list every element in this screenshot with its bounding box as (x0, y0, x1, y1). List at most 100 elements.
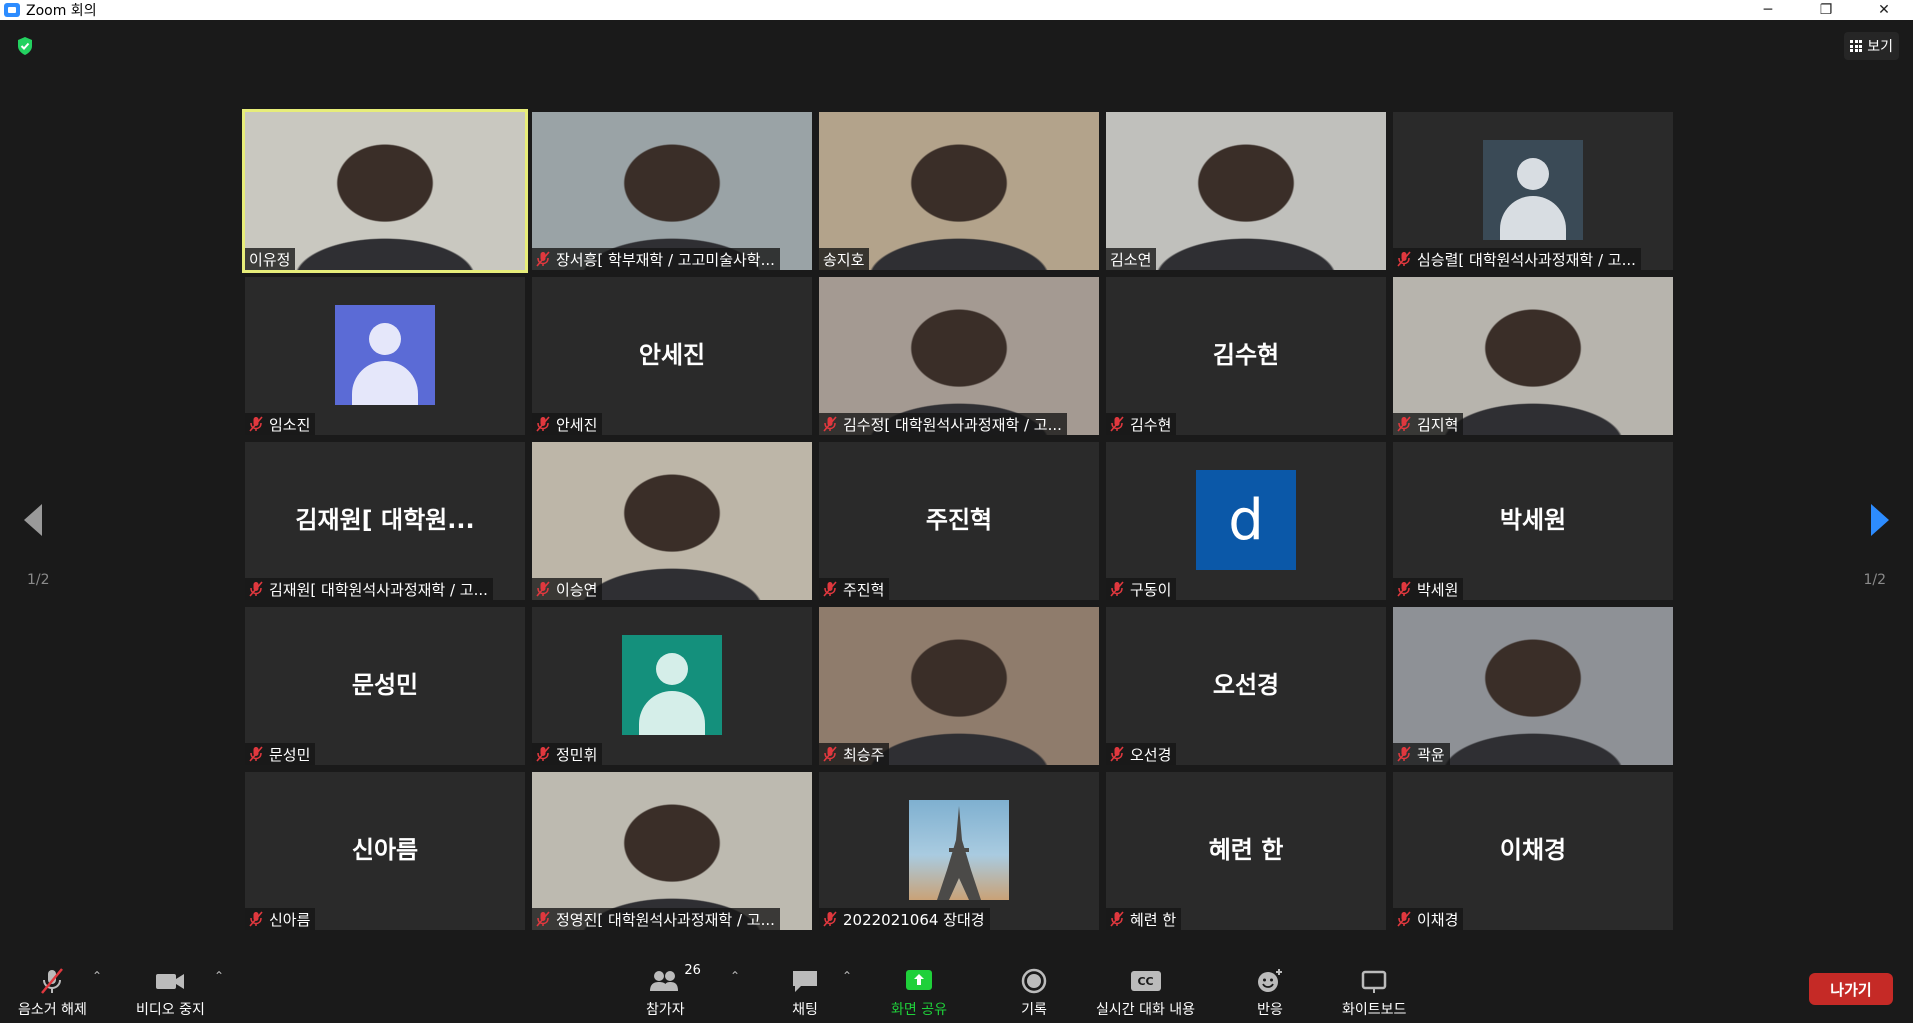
default-avatar-icon (1483, 140, 1583, 240)
participant-tile[interactable]: 박세원 박세원 (1393, 442, 1673, 600)
reactions-label: 반응 (1257, 1002, 1283, 1018)
participant-name: 김수정[ 대학원석사과정재학 / 고... (843, 415, 1062, 434)
participant-tile[interactable]: 이승연 (532, 442, 812, 600)
participant-video (1106, 112, 1386, 270)
muted-mic-icon (536, 251, 550, 267)
participant-tile[interactable]: 안세진 안세진 (532, 277, 812, 435)
participant-display-name: 김재원[ 대학원... (295, 506, 475, 534)
leave-meeting-button[interactable]: 나가기 (1809, 973, 1893, 1005)
participant-tile[interactable]: 장서흥[ 학부재학 / 고고미술사학... (532, 112, 812, 270)
participant-tile[interactable]: 2022021064 장대경 (819, 772, 1099, 930)
minimize-button[interactable]: ─ (1739, 0, 1797, 20)
participant-video (532, 442, 812, 600)
reactions-button[interactable]: 반응 (1255, 967, 1285, 1019)
participant-name: 심승렬[ 대학원석사과정재학 / 고... (1417, 250, 1636, 269)
participants-label: 참가자 (646, 1002, 685, 1018)
participant-video (1393, 277, 1673, 435)
participant-tile[interactable]: 김수정[ 대학원석사과정재학 / 고... (819, 277, 1099, 435)
participants-icon: 26 (648, 963, 701, 995)
live-transcript-label: 실시간 대화 내용 (1096, 1002, 1196, 1018)
muted-mic-icon (249, 746, 263, 762)
share-screen-button[interactable]: 화면 공유 (891, 967, 947, 1019)
window-title: Zoom 회의 (26, 3, 97, 19)
security-shield-icon[interactable] (16, 36, 34, 56)
participant-name: 2022021064 장대경 (843, 910, 985, 929)
participant-tile[interactable]: 혜련 한 혜련 한 (1106, 772, 1386, 930)
unmute-button[interactable]: 음소거 해제 (18, 967, 87, 1019)
meeting-toolbar: 음소거 해제 ⌃ 비디오 중지 ⌃ 26 참가자 ⌃ 채팅 ⌃ 화면 공유 기록… (0, 955, 1913, 1023)
unmute-label: 음소거 해제 (18, 1002, 87, 1018)
participant-name-tag: 구동이 (1106, 578, 1177, 600)
participants-button[interactable]: 26 참가자 (646, 963, 701, 1019)
participant-tile[interactable]: 김재원[ 대학원... 김재원[ 대학원석사과정재학 / 고... (245, 442, 525, 600)
participant-name-tag: 김수정[ 대학원석사과정재학 / 고... (819, 413, 1067, 435)
participant-tile[interactable]: 송지호 (819, 112, 1099, 270)
video-camera-icon (154, 967, 186, 995)
participant-tile[interactable]: 주진혁 주진혁 (819, 442, 1099, 600)
view-button[interactable]: 보기 (1844, 32, 1899, 60)
chat-button[interactable]: 채팅 (790, 967, 820, 1019)
participant-name-tag: 문성민 (245, 743, 316, 765)
participant-tile[interactable]: 심승렬[ 대학원석사과정재학 / 고... (1393, 112, 1673, 270)
participant-name: 김소연 (1110, 250, 1152, 269)
participant-tile[interactable]: 임소진 (245, 277, 525, 435)
participant-video (532, 112, 812, 270)
participant-tile[interactable]: 김지혁 (1393, 277, 1673, 435)
record-button[interactable]: 기록 (1020, 967, 1048, 1019)
muted-mic-icon (823, 581, 837, 597)
video-options-caret-icon[interactable]: ⌃ (214, 969, 224, 983)
page-indicator-left: 1/2 (27, 572, 50, 588)
previous-page-arrow-icon[interactable] (20, 500, 46, 540)
participant-tile[interactable]: 정민휘 (532, 607, 812, 765)
add-reaction-icon (1255, 967, 1285, 995)
participant-name: 송지호 (823, 250, 865, 269)
meeting-stage: 보기 1/2 1/2 이유정 장서흥[ 학부재학 / 고고미술사학... 송지호 김소… (0, 20, 1913, 955)
participant-name: 신아름 (269, 910, 311, 929)
participants-options-caret-icon[interactable]: ⌃ (730, 969, 740, 983)
participant-name: 정민휘 (556, 745, 598, 764)
participant-tile[interactable]: 곽윤 (1393, 607, 1673, 765)
participant-tile[interactable]: 정영진[ 대학원석사과정재학 / 고... (532, 772, 812, 930)
muted-mic-icon (1397, 746, 1411, 762)
muted-microphone-icon (37, 967, 67, 995)
muted-mic-icon (823, 746, 837, 762)
participant-name-tag: 오선경 (1106, 743, 1177, 765)
whiteboard-label: 화이트보드 (1342, 1002, 1407, 1018)
audio-options-caret-icon[interactable]: ⌃ (92, 969, 102, 983)
participant-tile[interactable]: d 구동이 (1106, 442, 1386, 600)
participant-tile[interactable]: 이유정 (242, 109, 528, 273)
letter-avatar: d (1196, 470, 1296, 570)
chat-options-caret-icon[interactable]: ⌃ (842, 969, 852, 983)
participant-video (245, 112, 525, 270)
live-transcript-button[interactable]: CC 실시간 대화 내용 (1096, 967, 1195, 1019)
restore-button[interactable]: ❐ (1797, 0, 1855, 20)
close-button[interactable]: ✕ (1855, 0, 1913, 20)
participant-tile[interactable]: 김소연 (1106, 112, 1386, 270)
participant-tile[interactable]: 이채경 이채경 (1393, 772, 1673, 930)
participant-name: 안세진 (556, 415, 598, 434)
participant-name: 오선경 (1130, 745, 1172, 764)
muted-mic-icon (1397, 581, 1411, 597)
next-page-arrow-icon[interactable] (1867, 500, 1893, 540)
participant-tile[interactable]: 최승주 (819, 607, 1099, 765)
participant-tile[interactable]: 김수현 김수현 (1106, 277, 1386, 435)
stop-video-button[interactable]: 비디오 중지 (136, 967, 205, 1019)
participant-name-tag: 심승렬[ 대학원석사과정재학 / 고... (1393, 248, 1641, 270)
participant-tile[interactable]: 신아름 신아름 (245, 772, 525, 930)
participant-name: 문성민 (269, 745, 311, 764)
muted-mic-icon (536, 911, 550, 927)
participant-name: 장서흥[ 학부재학 / 고고미술사학... (556, 250, 775, 269)
participant-name-tag: 정영진[ 대학원석사과정재학 / 고... (532, 908, 780, 930)
whiteboard-button[interactable]: 화이트보드 (1342, 967, 1406, 1019)
participant-tile[interactable]: 오선경 오선경 (1106, 607, 1386, 765)
participant-tile[interactable]: 문성민 문성민 (245, 607, 525, 765)
participant-name: 김재원[ 대학원석사과정재학 / 고... (269, 580, 488, 599)
participant-name: 곽윤 (1417, 745, 1445, 764)
participant-name-tag: 김수현 (1106, 413, 1177, 435)
participant-name-tag: 임소진 (245, 413, 316, 435)
participant-name-tag: 신아름 (245, 908, 316, 930)
share-screen-label: 화면 공유 (891, 1002, 947, 1018)
whiteboard-icon (1359, 967, 1389, 995)
record-label: 기록 (1021, 1002, 1047, 1018)
participant-name-tag: 박세원 (1393, 578, 1464, 600)
